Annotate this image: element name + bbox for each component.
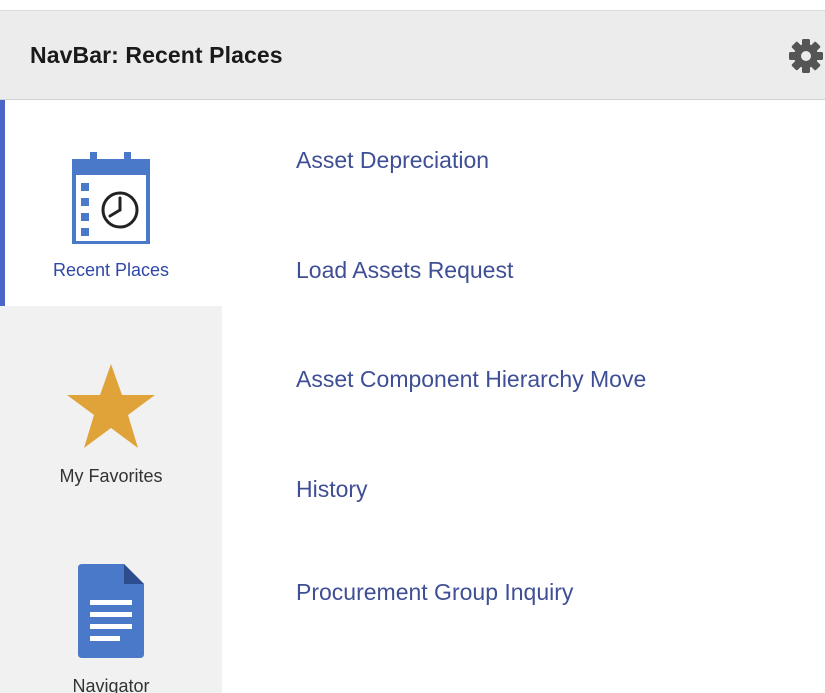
gear-icon[interactable]: [786, 36, 825, 76]
sidebar-item-label: Recent Places: [52, 260, 170, 280]
sidebar: Recent Places My Favorites Navigator: [0, 100, 222, 693]
link-load-assets-request[interactable]: Load Assets Request: [296, 257, 513, 284]
link-history[interactable]: History: [296, 476, 368, 503]
navbar-panel: NavBar: Recent Places Recent Places My F…: [0, 0, 825, 693]
star-icon: [67, 364, 155, 448]
sidebar-item-label: My Favorites: [59, 466, 163, 486]
link-procurement-group-inquiry[interactable]: Procurement Group Inquiry: [296, 579, 573, 606]
page-title: NavBar: Recent Places: [30, 42, 283, 68]
sidebar-item-label: Navigator: [72, 676, 150, 693]
sidebar-item-my-favorites[interactable]: My Favorites: [0, 306, 222, 512]
link-asset-component-hierarchy-move[interactable]: Asset Component Hierarchy Move: [296, 366, 646, 393]
calendar-clock-icon: [72, 152, 150, 244]
document-icon: [78, 564, 144, 658]
navbar-header: NavBar: Recent Places: [0, 10, 825, 100]
link-asset-depreciation[interactable]: Asset Depreciation: [296, 147, 489, 174]
sidebar-item-navigator[interactable]: Navigator: [0, 512, 222, 693]
recent-places-list: Asset Depreciation Load Assets Request A…: [222, 100, 825, 693]
sidebar-item-recent-places[interactable]: Recent Places: [0, 100, 222, 306]
top-strip: [0, 0, 825, 10]
